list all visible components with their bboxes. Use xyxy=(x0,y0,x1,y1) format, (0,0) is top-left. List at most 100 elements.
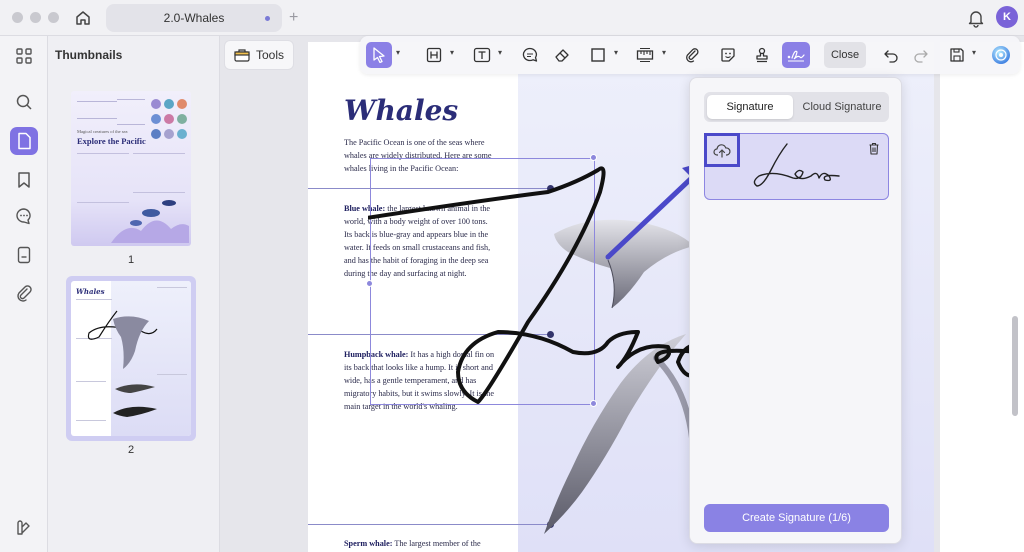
text-tool-dropdown[interactable]: ▾ xyxy=(498,48,502,57)
ruler-icon xyxy=(636,47,654,63)
sperm-whale-name: Sperm whale: xyxy=(344,539,393,548)
bookmark-icon xyxy=(18,172,30,188)
stamp-icon xyxy=(756,47,768,63)
thumb1-title: Explore the Pacific xyxy=(77,136,146,146)
document-title: Whales xyxy=(344,94,459,127)
unsaved-dot-indicator xyxy=(265,16,270,21)
toolbox-icon xyxy=(234,49,250,62)
sea-creatures-illustration xyxy=(151,99,187,139)
rail-theme-button[interactable] xyxy=(10,514,38,542)
text-icon xyxy=(473,47,491,63)
tab-signature[interactable]: Signature xyxy=(707,95,793,119)
redo-button[interactable] xyxy=(910,42,932,68)
highlight-tool-dropdown[interactable]: ▾ xyxy=(450,48,454,57)
shape-tool-dropdown[interactable]: ▾ xyxy=(614,48,618,57)
document-tab[interactable]: 2.0-Whales xyxy=(106,4,282,32)
thumbnails-panel: Thumbnails Magical creatures of the sea … xyxy=(48,36,220,552)
palette-icon xyxy=(17,520,30,535)
thumbnails-title: Thumbnails xyxy=(55,48,123,62)
window-zoom-control[interactable] xyxy=(48,12,59,23)
window-close-control[interactable] xyxy=(12,12,23,23)
ai-assistant-icon xyxy=(992,46,1010,64)
paperclip-icon xyxy=(17,285,32,302)
thumb2-text-right xyxy=(157,287,187,375)
upload-to-cloud-button[interactable] xyxy=(704,133,740,167)
thumb1-paragraph-2 xyxy=(133,153,185,193)
thumb1-subtitle: Magical creatures of the sea xyxy=(77,129,128,134)
thumb2-whale xyxy=(113,316,149,369)
select-tool-button[interactable] xyxy=(366,42,392,68)
page-icon xyxy=(18,132,31,150)
thumbnail-page-2[interactable]: Whales 2 xyxy=(66,276,196,456)
rail-apps-button[interactable] xyxy=(10,42,38,70)
create-signature-button[interactable]: Create Signature (1/6) xyxy=(704,504,889,532)
saved-signature-card[interactable] xyxy=(704,133,889,200)
stamp-tool-button[interactable] xyxy=(750,42,774,68)
new-tab-button[interactable]: + xyxy=(289,8,298,28)
text-highlight-tool-button[interactable] xyxy=(422,42,446,68)
thumb2-orca xyxy=(113,384,157,417)
rail-bookmarks-button[interactable] xyxy=(10,166,38,194)
signature-tabs: Signature Cloud Signature xyxy=(704,92,889,122)
sticker-tool-button[interactable] xyxy=(716,42,740,68)
select-tool-dropdown[interactable]: ▾ xyxy=(396,48,400,57)
tab-cloud-signature[interactable]: Cloud Signature xyxy=(798,95,886,119)
rectangle-icon xyxy=(591,48,605,62)
title-bar: 2.0-Whales + K xyxy=(0,0,1024,36)
saved-signature-preview xyxy=(753,143,840,187)
vertical-scrollbar[interactable] xyxy=(1012,316,1018,416)
user-avatar[interactable]: K xyxy=(996,6,1018,28)
rail-search-button[interactable] xyxy=(10,88,38,116)
measure-tool-button[interactable] xyxy=(632,42,658,68)
bell-icon xyxy=(968,11,984,28)
thumbnail-page-2-number: 2 xyxy=(127,444,135,456)
save-dropdown[interactable]: ▾ xyxy=(972,48,976,57)
ai-assistant-button[interactable] xyxy=(988,42,1014,68)
measure-tool-dropdown[interactable]: ▾ xyxy=(662,48,666,57)
home-button[interactable] xyxy=(72,7,94,29)
signature-icon xyxy=(787,50,805,62)
eraser-tool-button[interactable] xyxy=(550,42,574,68)
home-icon xyxy=(76,11,90,25)
grid-icon xyxy=(16,48,32,64)
thumbnail-page-1-number: 1 xyxy=(127,254,135,266)
thumb2-text-bottom xyxy=(76,381,106,421)
cursor-icon xyxy=(373,47,385,63)
thumbnail-page-1-image: Magical creatures of the sea Explore the… xyxy=(71,91,191,246)
rail-thumbnails-button[interactable] xyxy=(10,127,38,155)
comment-tool-button[interactable] xyxy=(518,42,542,68)
sperm-whale-text: The largest member of the xyxy=(392,539,481,548)
thumb1-text-lines xyxy=(77,101,117,119)
document-canvas: Tools Whales The Pacific Ocean is one of… xyxy=(220,36,1024,552)
notifications-button[interactable] xyxy=(966,8,986,28)
undo-button[interactable] xyxy=(880,42,902,68)
thumbnail-page-2-image: Whales xyxy=(71,281,191,436)
paperclip-icon xyxy=(686,48,699,63)
tools-label: Tools xyxy=(256,48,285,62)
rail-comments-button[interactable] xyxy=(10,202,38,230)
delete-signature-button[interactable] xyxy=(868,142,880,160)
sperm-whale-paragraph: Sperm whale: The largest member of the xyxy=(344,537,496,550)
comment-icon xyxy=(16,208,31,225)
save-icon xyxy=(950,48,964,62)
thumb1-text-lines-2 xyxy=(117,99,145,125)
rail-forms-button[interactable] xyxy=(10,241,38,269)
tools-button[interactable]: Tools xyxy=(224,40,294,70)
text-tool-button[interactable] xyxy=(470,42,494,68)
attach-file-button[interactable] xyxy=(680,42,704,68)
window-minimize-control[interactable] xyxy=(30,12,41,23)
thumbnail-page-1[interactable]: Magical creatures of the sea Explore the… xyxy=(66,86,196,266)
coral-reef-illustration xyxy=(111,200,189,243)
speech-bubble-icon xyxy=(522,47,538,62)
rail-attachments-button[interactable] xyxy=(10,279,38,307)
close-tool-button[interactable]: Close xyxy=(824,42,866,68)
text-box-icon xyxy=(426,47,442,63)
form-icon xyxy=(17,246,31,264)
shape-tool-button[interactable] xyxy=(586,42,610,68)
save-button[interactable] xyxy=(946,42,968,68)
signature-tool-button[interactable] xyxy=(782,42,810,68)
eraser-icon xyxy=(555,49,569,62)
sticker-icon xyxy=(721,48,735,62)
next-page-preview xyxy=(940,42,1024,552)
annotation-toolbar: ▾ ▾ ▾ ▾ ▾ Close ▾ xyxy=(360,36,1020,74)
